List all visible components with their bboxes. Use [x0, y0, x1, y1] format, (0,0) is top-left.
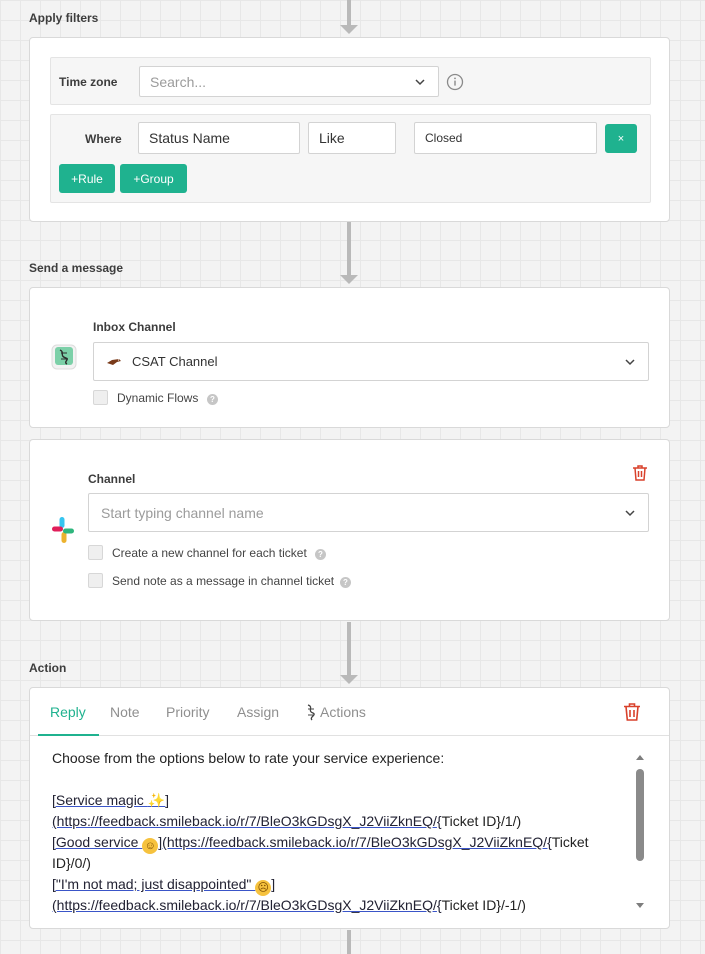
sparkles-icon: ✨	[147, 792, 166, 808]
add-group-button[interactable]: +Group	[120, 164, 187, 193]
tab-assign[interactable]: Assign	[237, 704, 279, 720]
send-message-card: Inbox Channel CSAT Channel Dynamic Flows…	[29, 287, 670, 428]
value-text: Closed	[425, 131, 463, 145]
slack-icon	[52, 517, 74, 543]
flow-connector	[347, 930, 351, 954]
field-value: Status Name	[149, 130, 230, 146]
message-text: Ticket	[551, 834, 589, 850]
create-channel-checkbox[interactable]	[88, 545, 103, 560]
inbox-app-icon	[51, 344, 77, 370]
message-text: Ticket ID}/1/)	[441, 813, 522, 829]
message-text: [Service magic	[52, 792, 148, 808]
help-icon[interactable]: ?	[315, 549, 326, 560]
link-url[interactable]: (https://feedback.smileback.io/r/7/BleO3…	[52, 897, 437, 913]
chevron-down-icon	[415, 78, 425, 85]
operator-select[interactable]: Like	[308, 122, 396, 154]
send-message-title: Send a message	[29, 261, 124, 275]
action-tabs: Reply Note Priority Assign Actions	[30, 688, 669, 736]
time-zone-placeholder: Search...	[150, 73, 207, 90]
create-channel-label: Create a new channel for each ticket	[112, 546, 307, 560]
chevron-down-icon	[625, 358, 635, 365]
message-text: ]	[165, 792, 170, 808]
dynamic-flows-checkbox[interactable]	[93, 390, 108, 405]
tab-actions[interactable]: Actions	[320, 704, 366, 720]
action-card: Reply Note Priority Assign Actions Choos…	[29, 687, 670, 929]
message-line: [Good service ☺](https://feedback.smileb…	[52, 832, 589, 854]
link-url[interactable]: ](https://feedback.smileback.io/r/7/BleO…	[158, 834, 547, 850]
slack-card: Channel Start typing channel name Create…	[29, 439, 670, 621]
slack-channel-label: Channel	[88, 472, 136, 486]
scrollbar[interactable]	[633, 749, 647, 915]
trash-icon[interactable]	[632, 464, 648, 482]
inbox-channel-label: Inbox Channel	[93, 320, 176, 334]
tab-priority[interactable]: Priority	[166, 704, 210, 720]
channel-bird-icon	[107, 358, 121, 365]
slack-channel-placeholder: Start typing channel name	[101, 504, 264, 521]
scroll-down-icon[interactable]	[635, 902, 645, 910]
tab-reply[interactable]: Reply	[50, 704, 86, 720]
message-intro: Choose from the options below to rate yo…	[52, 750, 445, 766]
flow-connector	[347, 0, 351, 26]
message-line: (https://feedback.smileback.io/r/7/BleO3…	[52, 811, 521, 832]
help-icon[interactable]: ?	[207, 394, 218, 405]
time-zone-label: Time zone	[59, 75, 118, 89]
reply-message-body[interactable]: Choose from the options below to rate yo…	[30, 737, 669, 928]
link-text[interactable]: ["I'm not mad; just disappointed"	[52, 876, 255, 892]
operator-value: Like	[319, 130, 345, 146]
frown-icon: ☹	[255, 880, 272, 896]
info-icon[interactable]	[446, 73, 464, 91]
message-line: ID}/0/)	[52, 853, 91, 874]
flow-arrow	[340, 275, 358, 284]
message-line: [Service magic ✨]	[52, 790, 169, 811]
filters-card: Time zone Search... Where Status Name Li…	[29, 37, 670, 222]
flow-connector	[347, 622, 351, 676]
scroll-up-icon[interactable]	[635, 753, 645, 761]
send-note-checkbox[interactable]	[88, 573, 103, 588]
where-label: Where	[85, 132, 122, 146]
help-icon[interactable]: ?	[340, 577, 351, 588]
inbox-channel-value: CSAT Channel	[132, 354, 218, 369]
smile-icon: ☺	[142, 838, 159, 854]
tab-note[interactable]: Note	[110, 704, 140, 720]
message-text: Ticket ID}/-1/)	[441, 897, 526, 913]
slack-channel-select[interactable]: Start typing channel name	[88, 493, 649, 532]
flow-arrow	[340, 675, 358, 684]
active-tab-indicator	[38, 734, 99, 736]
link-url[interactable]: (https://feedback.smileback.io/r/7/BleO3…	[52, 813, 437, 829]
scrollbar-thumb[interactable]	[636, 769, 644, 861]
remove-rule-button[interactable]: ×	[605, 124, 637, 153]
inbox-channel-select[interactable]: CSAT Channel	[93, 342, 649, 381]
flow-arrow	[340, 25, 358, 34]
link-text[interactable]: [Service magic ✨]	[52, 792, 169, 808]
link-text[interactable]: ]	[271, 876, 275, 892]
value-input[interactable]: Closed	[414, 122, 597, 154]
message-text: ID}/0/)	[52, 855, 91, 871]
link-text[interactable]: [Good service	[52, 834, 142, 850]
message-line: (https://feedback.smileback.io/r/7/BleO3…	[52, 895, 526, 916]
add-rule-button[interactable]: +Rule	[59, 164, 115, 193]
field-select[interactable]: Status Name	[138, 122, 300, 154]
send-note-label: Send note as a message in channel ticket	[112, 574, 335, 588]
action-title: Action	[29, 661, 67, 675]
trash-icon[interactable]	[623, 702, 641, 722]
rule-group: Where Status Name Like Closed × +Rule +G…	[50, 114, 651, 203]
time-zone-select[interactable]: Search...	[139, 66, 439, 97]
message-line: ["I'm not mad; just disappointed" ☹]	[52, 874, 275, 896]
actions-icon	[307, 704, 315, 721]
time-zone-row: Time zone Search...	[50, 57, 651, 105]
chevron-down-icon	[625, 509, 635, 516]
dynamic-flows-label: Dynamic Flows	[117, 391, 199, 405]
apply-filters-title: Apply filters	[29, 11, 99, 25]
flow-connector	[347, 222, 351, 276]
